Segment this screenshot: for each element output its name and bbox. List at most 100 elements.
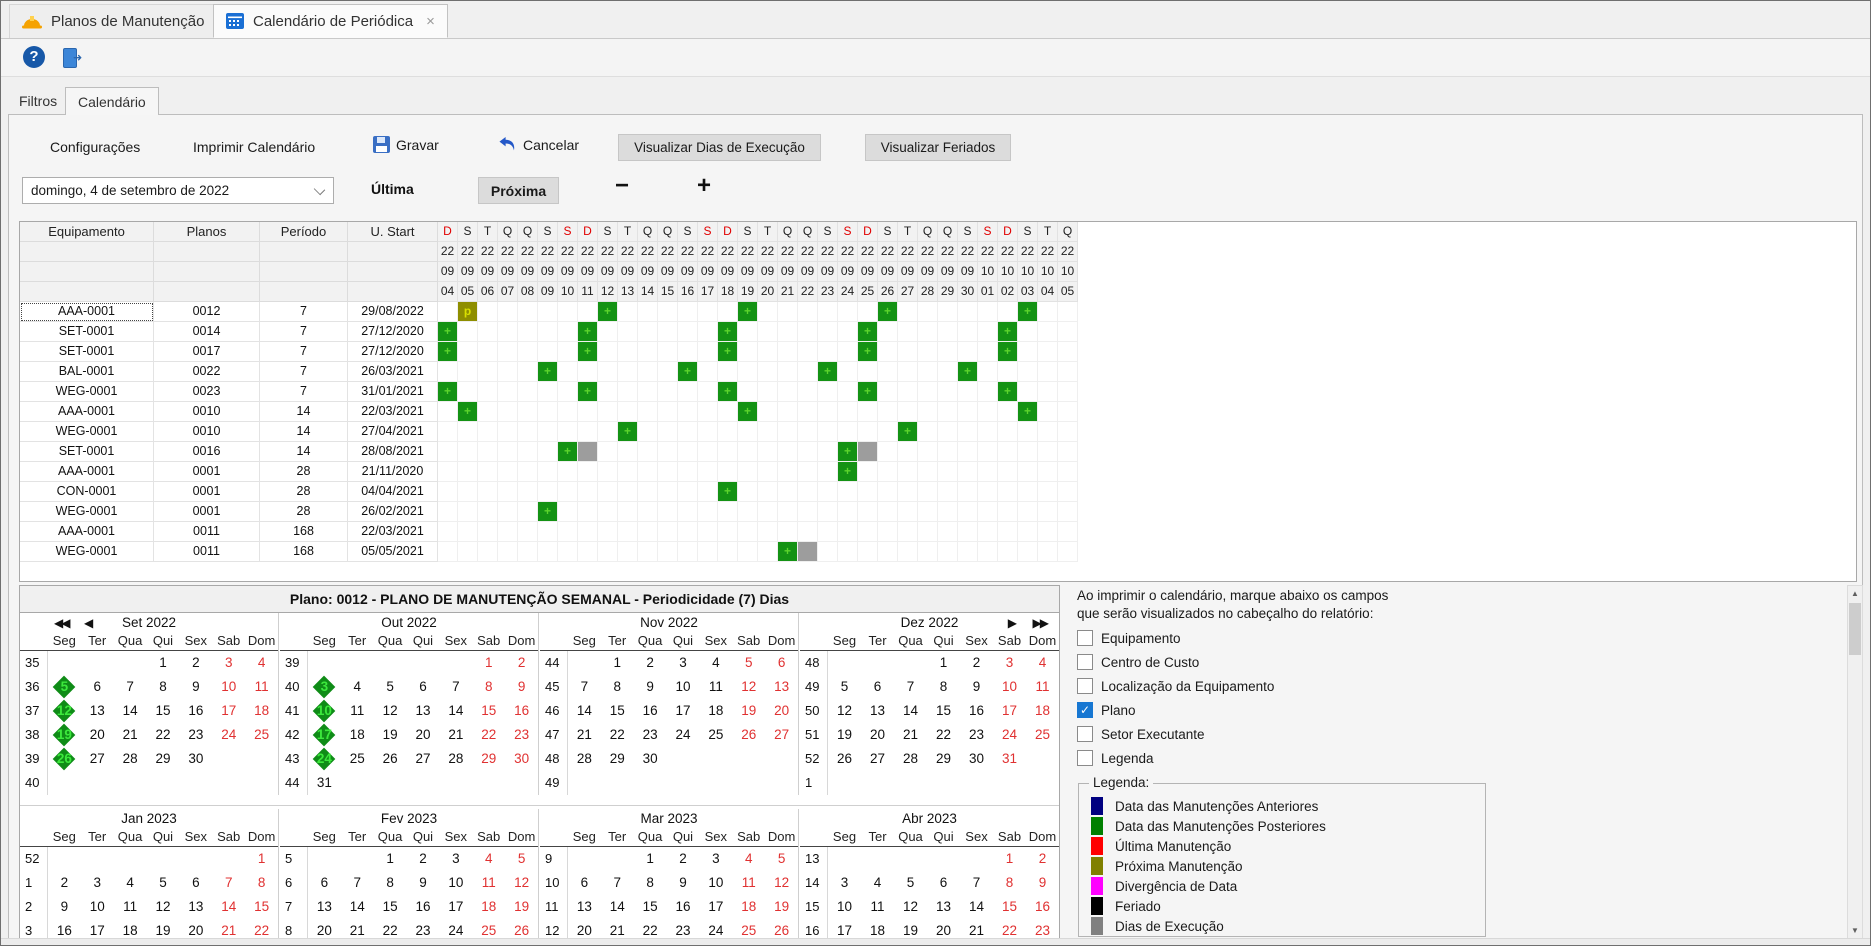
tab-calendario[interactable]: Calendário [65, 87, 159, 115]
ultima-button[interactable]: Última [371, 181, 414, 197]
day-cell[interactable] [1038, 462, 1058, 482]
day-cell[interactable] [1038, 402, 1058, 422]
day-cell[interactable] [978, 382, 998, 402]
day-cell[interactable] [878, 342, 898, 362]
calendar-day-cell[interactable]: 10 [699, 871, 732, 895]
calendar-day-cell[interactable]: 12 [765, 871, 798, 895]
day-cell[interactable] [1058, 442, 1078, 462]
calendar-day-cell[interactable]: 11 [699, 675, 732, 699]
calendar-day-cell[interactable]: 1 [634, 847, 667, 871]
maintenance-next-cell[interactable]: + [998, 322, 1018, 342]
day-cell[interactable] [678, 422, 698, 442]
calendar-day-cell[interactable]: 9 [960, 675, 993, 699]
calendar-day-cell[interactable]: 11 [114, 895, 147, 919]
day-cell[interactable] [838, 322, 858, 342]
day-cell[interactable] [658, 442, 678, 462]
day-cell[interactable] [578, 522, 598, 542]
day-cell[interactable] [958, 542, 978, 562]
day-cell[interactable] [1038, 342, 1058, 362]
maintenance-date-cell[interactable]: 5 [48, 675, 81, 699]
day-cell[interactable] [598, 442, 618, 462]
day-cell[interactable] [798, 522, 818, 542]
calendar-day-cell[interactable] [960, 847, 993, 871]
day-cell[interactable] [798, 422, 818, 442]
day-cell[interactable] [818, 402, 838, 422]
calendar-day-cell[interactable]: 4 [861, 871, 894, 895]
calendar-day-cell[interactable] [505, 771, 538, 795]
day-cell[interactable] [958, 462, 978, 482]
day-cell[interactable] [538, 462, 558, 482]
day-cell[interactable] [778, 522, 798, 542]
calendar-day-cell[interactable]: 27 [861, 747, 894, 771]
day-cell[interactable] [518, 442, 538, 462]
day-cell[interactable] [818, 482, 838, 502]
visualizar-dias-execucao-button[interactable]: Visualizar Dias de Execução [618, 134, 821, 161]
calendar-day-cell[interactable] [472, 771, 505, 795]
day-cell[interactable] [798, 502, 818, 522]
calendar-day-cell[interactable]: 24 [993, 723, 1026, 747]
day-cell[interactable] [998, 502, 1018, 522]
day-cell[interactable] [878, 322, 898, 342]
calendar-day-cell[interactable]: 8 [927, 675, 960, 699]
cell-u-start[interactable]: 27/12/2020 [348, 322, 438, 342]
calendar-day-cell[interactable]: 8 [601, 675, 634, 699]
day-cell[interactable] [798, 362, 818, 382]
cell-u-start[interactable]: 29/08/2022 [348, 302, 438, 322]
calendar-day-cell[interactable]: 11 [1026, 675, 1059, 699]
day-cell[interactable] [498, 322, 518, 342]
day-cell[interactable] [718, 502, 738, 522]
calendar-day-cell[interactable]: 11 [341, 699, 374, 723]
calendar-day-cell[interactable]: 3 [439, 847, 472, 871]
calendar-day-cell[interactable] [114, 651, 147, 675]
calendar-day-cell[interactable]: 19 [828, 723, 861, 747]
close-icon[interactable]: × [426, 13, 435, 30]
day-cell[interactable] [998, 522, 1018, 542]
day-cell[interactable] [638, 362, 658, 382]
calendar-day-cell[interactable]: 1 [927, 651, 960, 675]
calendar-day-cell[interactable] [212, 771, 245, 795]
day-cell[interactable] [758, 382, 778, 402]
day-cell[interactable] [858, 402, 878, 422]
configuracoes-button[interactable]: Configurações [50, 139, 140, 155]
day-cell[interactable] [758, 302, 778, 322]
maintenance-date-cell[interactable]: 3 [308, 675, 341, 699]
cell-u-start[interactable]: 21/11/2020 [348, 462, 438, 482]
day-cell[interactable] [618, 482, 638, 502]
calendar-day-cell[interactable]: 22 [374, 919, 407, 939]
day-cell[interactable] [758, 522, 778, 542]
calendar-day-cell[interactable] [308, 651, 341, 675]
day-cell[interactable] [938, 502, 958, 522]
maintenance-next-cell[interactable]: + [858, 342, 878, 362]
day-cell[interactable] [818, 322, 838, 342]
day-cell[interactable] [838, 542, 858, 562]
day-cell[interactable] [518, 422, 538, 442]
day-cell[interactable] [798, 382, 818, 402]
maintenance-next-cell[interactable]: + [438, 322, 458, 342]
day-cell[interactable] [1038, 482, 1058, 502]
maintenance-date-cell[interactable]: 26 [48, 747, 81, 771]
day-cell[interactable] [1058, 402, 1078, 422]
day-cell[interactable] [438, 462, 458, 482]
day-cell[interactable] [818, 342, 838, 362]
day-cell[interactable] [758, 322, 778, 342]
day-cell[interactable] [818, 462, 838, 482]
day-cell[interactable] [758, 482, 778, 502]
day-cell[interactable] [1038, 322, 1058, 342]
calendar-day-cell[interactable]: 18 [861, 919, 894, 939]
day-cell[interactable] [518, 502, 538, 522]
day-cell[interactable] [878, 482, 898, 502]
day-cell[interactable] [898, 342, 918, 362]
day-cell[interactable] [498, 502, 518, 522]
day-cell[interactable] [478, 342, 498, 362]
day-cell[interactable] [778, 462, 798, 482]
day-cell[interactable] [998, 422, 1018, 442]
calendar-day-cell[interactable]: 14 [894, 699, 927, 723]
calendar-day-cell[interactable]: 3 [993, 651, 1026, 675]
day-cell[interactable] [858, 502, 878, 522]
day-cell[interactable] [598, 402, 618, 422]
day-cell[interactable] [878, 522, 898, 542]
day-cell[interactable] [658, 302, 678, 322]
calendar-day-cell[interactable]: 5 [732, 651, 765, 675]
calendar-day-cell[interactable]: 27 [81, 747, 114, 771]
day-cell[interactable] [578, 422, 598, 442]
